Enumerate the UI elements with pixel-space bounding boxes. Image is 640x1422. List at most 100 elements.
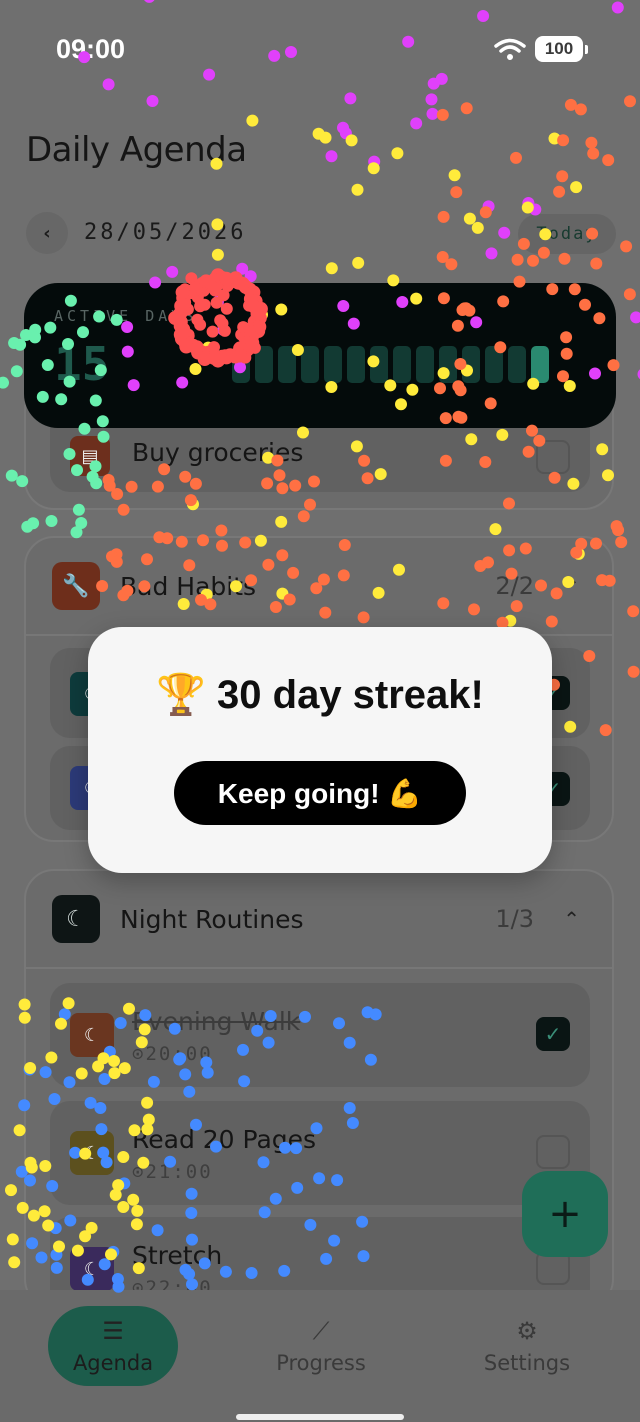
activity-bar bbox=[324, 346, 342, 383]
confetti-dot bbox=[448, 169, 461, 182]
task-item[interactable]: ☾ Evening Walk ⊙20:00 ✓ bbox=[50, 983, 590, 1087]
confetti-dot bbox=[285, 46, 297, 58]
section-title: Night Routines bbox=[120, 905, 304, 934]
chevron-up-icon[interactable]: ⌃ bbox=[563, 907, 580, 931]
task-item[interactable]: ☾ Read 20 Pages ⊙21:00 bbox=[50, 1101, 590, 1205]
confetti-dot bbox=[585, 136, 598, 149]
confetti-dot bbox=[344, 92, 357, 105]
streak-title: 🏆 30 day streak! bbox=[156, 673, 484, 717]
nav-label: Agenda bbox=[72, 1351, 154, 1375]
confetti-dot bbox=[21, 520, 34, 533]
nav-agenda[interactable]: ☰ Agenda bbox=[48, 1306, 178, 1386]
activity-bar bbox=[485, 346, 503, 383]
active-days-label: ACTIVE DAYS bbox=[54, 307, 198, 325]
task-time: ⊙20:00 bbox=[132, 1043, 213, 1065]
activity-bar bbox=[531, 346, 549, 383]
battery-level: 100 bbox=[535, 36, 583, 62]
nav-settings[interactable]: ⚙ Settings bbox=[462, 1306, 592, 1386]
confetti-dot bbox=[450, 186, 463, 199]
confetti-dot bbox=[627, 605, 640, 618]
confetti-dot bbox=[215, 524, 228, 537]
confetti-dot bbox=[102, 78, 115, 91]
confetti-dot bbox=[246, 114, 259, 127]
confetti-dot bbox=[367, 162, 380, 175]
activity-bar bbox=[347, 346, 365, 383]
confetti-dot bbox=[612, 524, 625, 537]
confetti-dot bbox=[587, 147, 600, 160]
task-checkbox[interactable] bbox=[536, 1135, 570, 1169]
keep-going-button[interactable]: Keep going! 💪 bbox=[174, 761, 466, 825]
date-navigator: ‹ 28/05/2026 Today bbox=[26, 212, 616, 256]
confetti-dot bbox=[602, 154, 615, 167]
previous-day-button[interactable]: ‹ bbox=[26, 212, 68, 254]
confetti-dot bbox=[623, 288, 636, 301]
confetti-dot bbox=[570, 181, 583, 194]
activity-bar bbox=[278, 346, 296, 383]
confetti-dot bbox=[426, 107, 439, 120]
confetti-dot bbox=[630, 311, 640, 324]
section-header[interactable]: ☾ Night Routines 1/3 ⌃ bbox=[26, 871, 612, 967]
confetti-dot bbox=[268, 49, 281, 62]
confetti-dot bbox=[351, 183, 364, 196]
confetti-dot bbox=[0, 376, 9, 389]
confetti-dot bbox=[5, 469, 18, 482]
wrench-icon: 🔧 bbox=[52, 562, 100, 610]
confetti-dot bbox=[236, 262, 249, 275]
confetti-dot bbox=[610, 520, 623, 533]
section-header[interactable]: 🔧 Bad Habits 2/2 ⌃ bbox=[26, 538, 612, 634]
section-count: 1/3 bbox=[495, 905, 534, 933]
confetti-dot bbox=[477, 10, 490, 22]
confetti-dot bbox=[557, 134, 570, 147]
confetti-dot bbox=[275, 515, 288, 528]
activity-bars bbox=[232, 346, 549, 383]
confetti-dot bbox=[339, 127, 352, 140]
confetti-dot bbox=[325, 262, 338, 275]
task-title: Evening Walk bbox=[132, 1007, 301, 1036]
confetti-dot bbox=[146, 95, 159, 107]
confetti-dot bbox=[425, 93, 438, 106]
confetti-dot bbox=[627, 665, 640, 678]
activity-bar bbox=[232, 346, 250, 383]
status-time: 09:00 bbox=[56, 34, 126, 64]
confetti-dot bbox=[8, 337, 21, 349]
wifi-icon bbox=[494, 38, 526, 60]
confetti-dot bbox=[620, 240, 633, 253]
task-checkbox[interactable]: ✓ bbox=[536, 1017, 570, 1051]
confetti-dot bbox=[427, 77, 440, 90]
task-title: Stretch bbox=[132, 1241, 223, 1270]
activity-bar bbox=[462, 346, 480, 383]
confetti-dot bbox=[574, 103, 587, 116]
confetti-dot bbox=[615, 536, 628, 549]
bottom-navigation: ☰ Agenda ⟋ Progress ⚙ Settings bbox=[0, 1290, 640, 1422]
add-task-button[interactable]: + bbox=[522, 1171, 608, 1257]
activity-bar bbox=[416, 346, 434, 383]
confetti-dot bbox=[144, 0, 155, 3]
confetti-dot bbox=[624, 95, 636, 108]
section-count: 2/2 bbox=[495, 572, 534, 600]
task-checkbox[interactable] bbox=[536, 440, 570, 474]
confetti-dot bbox=[436, 108, 449, 121]
battery-icon: 100 bbox=[535, 36, 588, 62]
section-title: Bad Habits bbox=[120, 572, 257, 601]
app-screen: 09:00 100 Daily Agenda ‹ 28/05/2026 Toda… bbox=[0, 0, 640, 1422]
chevron-up-icon[interactable]: ⌃ bbox=[563, 574, 580, 598]
today-button[interactable]: Today bbox=[518, 214, 616, 254]
confetti-dot bbox=[445, 258, 458, 271]
activity-bar bbox=[393, 346, 411, 383]
confetti-dot bbox=[460, 102, 473, 115]
confetti-dot bbox=[590, 257, 603, 270]
confetti-dot bbox=[203, 68, 216, 81]
home-indicator[interactable] bbox=[236, 1414, 404, 1420]
activity-bar bbox=[301, 346, 319, 383]
confetti-dot bbox=[611, 1, 624, 14]
document-icon: ▤ bbox=[70, 436, 110, 476]
gear-icon: ⚙ bbox=[516, 1317, 538, 1345]
status-icons: 100 bbox=[493, 36, 588, 62]
nav-label: Progress bbox=[276, 1351, 366, 1375]
nav-progress[interactable]: ⟋ Progress bbox=[256, 1306, 386, 1386]
confetti-dot bbox=[564, 98, 577, 111]
current-date: 28/05/2026 bbox=[84, 220, 247, 245]
confetti-dot bbox=[352, 256, 365, 269]
confetti-dot bbox=[510, 151, 522, 164]
activity-bar bbox=[255, 346, 273, 383]
